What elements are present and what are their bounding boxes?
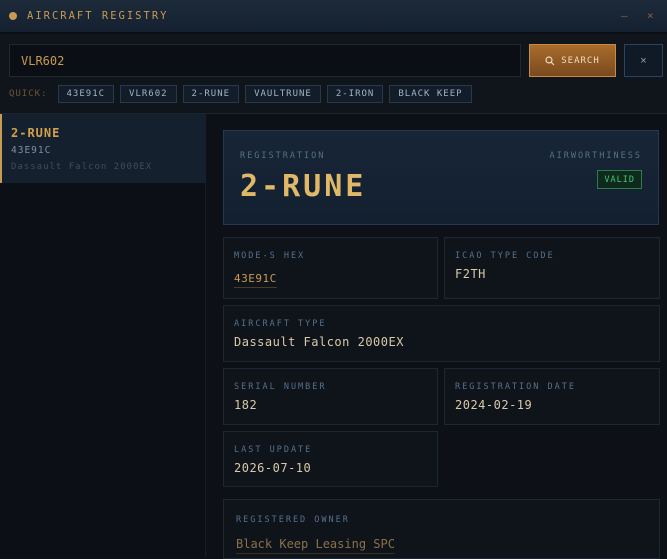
modes-hex-card: MODE-S HEX 43E91C: [223, 237, 438, 299]
close-icon[interactable]: ×: [647, 9, 654, 22]
last-update-card: LAST UPDATE 2026-07-10: [223, 431, 438, 487]
registration-date-value: 2024-02-19: [455, 398, 533, 412]
registered-owner-label: REGISTERED OWNER: [236, 515, 350, 525]
airworthiness-badge: VALID: [597, 170, 642, 189]
registration-label: REGISTRATION: [240, 151, 326, 161]
quick-chip[interactable]: BLACK KEEP: [389, 85, 472, 103]
serial-number-value: 182: [234, 398, 258, 412]
registration-value: 2-RUNE: [240, 169, 367, 204]
clear-search-button[interactable]: ×: [624, 44, 663, 77]
quick-chip[interactable]: VAULTRUNE: [245, 85, 321, 103]
search-input[interactable]: [9, 44, 521, 77]
serial-number-card: SERIAL NUMBER 182: [223, 368, 438, 425]
result-type: Dassault Falcon 2000EX: [11, 162, 153, 172]
detail-panel: REGISTRATION 2-RUNE AIRWORTHINESS VALID …: [207, 114, 667, 559]
search-button-label: SEARCH: [561, 55, 600, 66]
airworthiness-label: AIRWORTHINESS: [549, 151, 642, 161]
icao-type-card: ICAO TYPE CODE F2TH: [444, 237, 660, 299]
modes-hex-value[interactable]: 43E91C: [234, 272, 277, 288]
aircraft-type-label: AIRCRAFT TYPE: [234, 319, 327, 329]
last-update-value: 2026-07-10: [234, 461, 312, 475]
registration-date-card: REGISTRATION DATE 2024-02-19: [444, 368, 660, 425]
result-item[interactable]: 2-RUNE 43E91C Dassault Falcon 2000EX: [0, 114, 206, 183]
aircraft-type-value: Dassault Falcon 2000EX: [234, 335, 404, 349]
close-icon: ×: [640, 54, 647, 67]
search-toolbar: SEARCH × QUICK: 43E91C VLR602 2-RUNE VAU…: [0, 34, 667, 114]
search-button[interactable]: SEARCH: [529, 44, 616, 77]
result-hex: 43E91C: [11, 145, 52, 156]
last-update-label: LAST UPDATE: [234, 445, 313, 455]
aircraft-type-card: AIRCRAFT TYPE Dassault Falcon 2000EX: [223, 305, 660, 362]
result-registration: 2-RUNE: [11, 126, 61, 140]
window-title: AIRCRAFT REGISTRY: [27, 10, 169, 22]
quick-chip[interactable]: 2-RUNE: [182, 85, 240, 103]
quick-chip[interactable]: VLR602: [120, 85, 177, 103]
modes-hex-label: MODE-S HEX: [234, 251, 306, 261]
title-bar: AIRCRAFT REGISTRY — ×: [0, 0, 667, 33]
quick-label: QUICK:: [9, 89, 48, 99]
serial-number-label: SERIAL NUMBER: [234, 382, 327, 392]
registered-owner-card: REGISTERED OWNER Black Keep Leasing SPC: [223, 499, 660, 559]
quick-search-row: QUICK: 43E91C VLR602 2-RUNE VAULTRUNE 2-…: [9, 85, 472, 103]
icao-type-label: ICAO TYPE CODE: [455, 251, 555, 261]
quick-chip[interactable]: 43E91C: [57, 85, 115, 103]
quick-chip[interactable]: 2-IRON: [326, 85, 384, 103]
registered-owner-value[interactable]: Black Keep Leasing SPC: [236, 537, 395, 554]
registration-date-label: REGISTRATION DATE: [455, 382, 576, 392]
registration-hero-card: REGISTRATION 2-RUNE AIRWORTHINESS VALID: [223, 130, 659, 225]
search-icon: [545, 55, 555, 65]
results-sidebar: 2-RUNE 43E91C Dassault Falcon 2000EX: [0, 114, 206, 557]
minimize-icon[interactable]: —: [621, 9, 628, 22]
app-status-dot: [9, 12, 17, 20]
icao-type-value: F2TH: [455, 267, 486, 281]
